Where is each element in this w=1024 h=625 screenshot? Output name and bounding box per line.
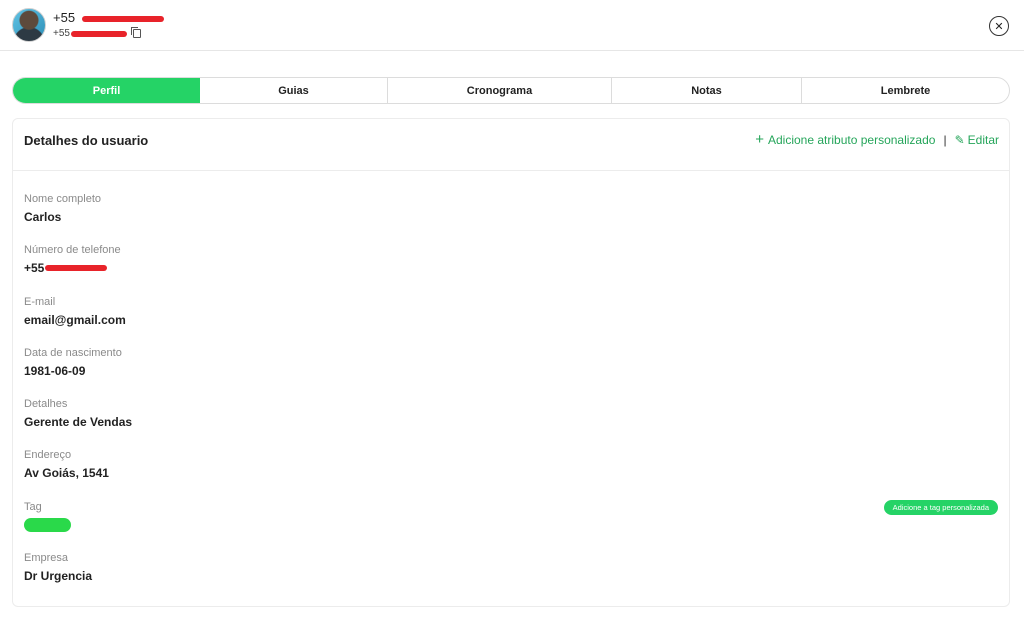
card-header: Detalhes do usuario + Adicione atributo p… bbox=[13, 119, 1009, 171]
field-value: +55 bbox=[24, 261, 132, 275]
tab-notas[interactable]: Notas bbox=[612, 78, 802, 103]
field-email: E-mail email@gmail.com bbox=[24, 296, 132, 347]
user-details-card: Detalhes do usuario + Adicione atributo p… bbox=[12, 118, 1010, 607]
field-value: Av Goiás, 1541 bbox=[24, 466, 109, 481]
edit-label: Editar bbox=[967, 133, 999, 147]
close-button[interactable]: ✕ bbox=[989, 16, 1009, 36]
tab-cronograma[interactable]: Cronograma bbox=[388, 78, 612, 103]
tag-pill[interactable] bbox=[24, 517, 71, 532]
field-value: Gerente de Vendas bbox=[24, 415, 133, 430]
field-phone: Número de telefone +55 bbox=[24, 244, 132, 295]
contact-phone-sub-prefix: +55 bbox=[53, 28, 70, 39]
close-icon: ✕ bbox=[994, 20, 1004, 33]
contact-phone-prefix: +55 bbox=[53, 10, 76, 25]
field-value: Dr Urgencia bbox=[24, 569, 93, 584]
pencil-icon: ✎ bbox=[954, 133, 965, 147]
copy-icon[interactable] bbox=[130, 27, 141, 38]
field-label: Número de telefone bbox=[24, 244, 121, 257]
field-address: Endereço Av Goiás, 1541 bbox=[24, 449, 132, 500]
field-label: Data de nascimento bbox=[24, 346, 122, 359]
field-tag: Tag bbox=[24, 501, 132, 552]
avatar[interactable] bbox=[12, 8, 46, 42]
field-label: Detalhes bbox=[24, 398, 68, 411]
field-birth-date: Data de nascimento 1981-06-09 bbox=[24, 347, 132, 398]
field-label: E-mail bbox=[24, 295, 56, 308]
field-full-name: Nome completo Carlos bbox=[24, 193, 132, 244]
field-value: email@gmail.com bbox=[24, 312, 126, 327]
plus-icon: + bbox=[755, 131, 764, 148]
edit-button[interactable]: ✎ Editar bbox=[955, 133, 999, 147]
field-value: 1981-06-09 bbox=[24, 363, 86, 378]
tab-bar: Perfil Guias Cronograma Notas Lembrete bbox=[12, 77, 1010, 104]
tab-perfil[interactable]: Perfil bbox=[13, 78, 200, 103]
phone-prefix: +55 bbox=[24, 261, 45, 276]
contact-phone-secondary: +55 bbox=[53, 27, 141, 39]
field-label: Empresa bbox=[24, 552, 69, 565]
tab-guias[interactable]: Guias bbox=[200, 78, 388, 103]
redacted-phone-mark bbox=[70, 30, 127, 37]
tab-lembrete[interactable]: Lembrete bbox=[802, 78, 1009, 103]
field-label: Nome completo bbox=[24, 193, 102, 205]
card-actions: + Adicione atributo personalizado | ✎ Edit… bbox=[755, 131, 999, 148]
contact-phone: +55 bbox=[53, 10, 164, 25]
field-label: Endereço bbox=[24, 449, 72, 462]
action-separator: | bbox=[943, 133, 947, 147]
detail-fields: Nome completo Carlos Número de telefone … bbox=[24, 193, 132, 603]
field-details: Detalhes Gerente de Vendas bbox=[24, 398, 132, 449]
add-tag-button[interactable]: Adicione a tag personalizada bbox=[883, 500, 998, 515]
add-attribute-button[interactable]: + Adicione atributo personalizado bbox=[755, 131, 936, 148]
redacted-phone-mark bbox=[81, 15, 164, 22]
card-title: Detalhes do usuario bbox=[24, 133, 149, 148]
add-attribute-label: Adicione atributo personalizado bbox=[768, 133, 936, 147]
field-value: Carlos bbox=[24, 210, 62, 224]
redacted-phone-mark bbox=[45, 265, 108, 272]
field-label: Tag bbox=[24, 500, 42, 513]
contact-header: +55 +55 ✕ bbox=[0, 0, 1024, 51]
field-company: Empresa Dr Urgencia bbox=[24, 552, 132, 603]
